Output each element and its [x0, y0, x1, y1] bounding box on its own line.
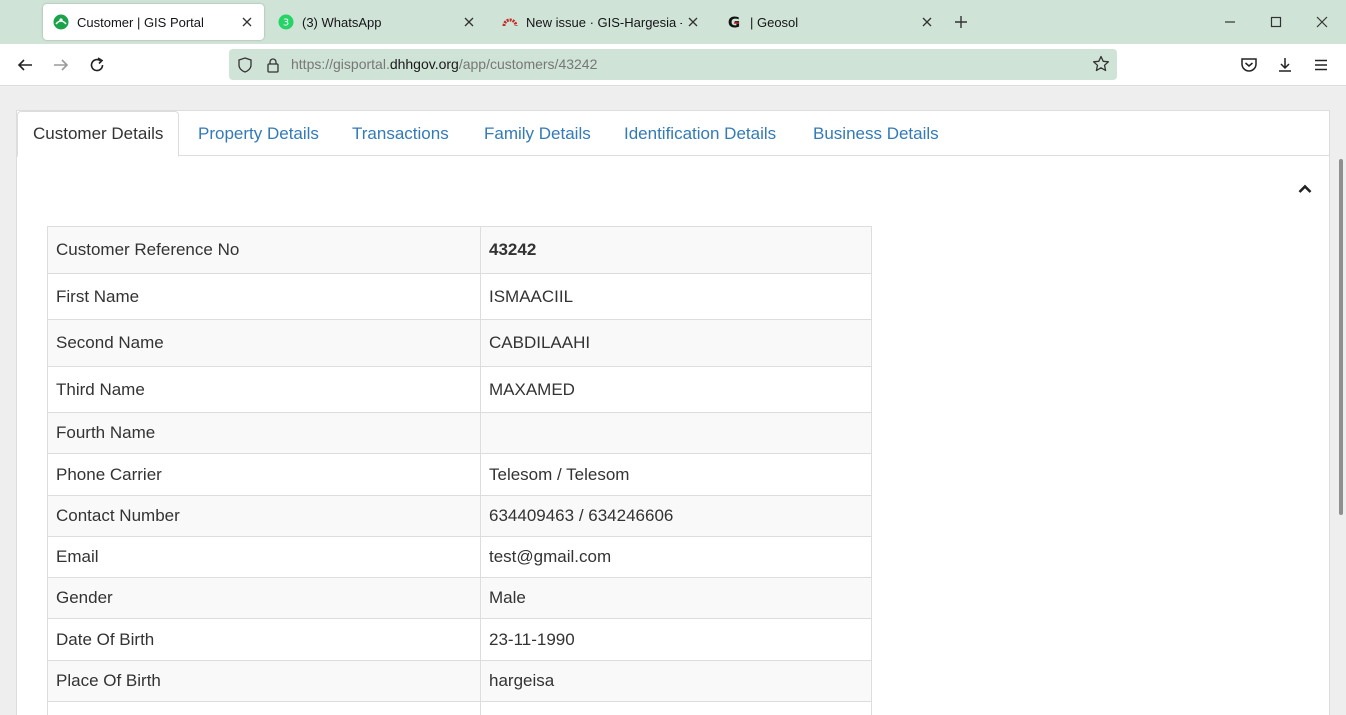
svg-text:3: 3	[283, 18, 289, 29]
close-icon[interactable]	[458, 11, 480, 33]
table-row: Date Of Birth 23-11-1990	[47, 618, 872, 661]
browser-tab-gitlab[interactable]: New issue · GIS-Hargesia - Team	[492, 4, 710, 40]
browser-tab-geosol[interactable]: G | Geosol	[716, 4, 944, 40]
table-row: Place Of Birth hargeisa	[47, 660, 872, 702]
minimize-button[interactable]	[1219, 11, 1241, 33]
row-value	[480, 412, 872, 454]
row-value: MAXAMED	[480, 366, 872, 413]
row-value: hargeisa	[480, 660, 872, 702]
hamburger-menu-icon	[1315, 59, 1327, 71]
browser-toolbar: https://gisportal.dhhgov.org/app/custome…	[0, 44, 1346, 86]
address-bar[interactable]: https://gisportal.dhhgov.org/app/custome…	[229, 49, 1117, 80]
table-row: Fourth Name	[47, 412, 872, 454]
row-label: Date Of Birth	[47, 618, 481, 661]
table-row	[47, 701, 872, 715]
browser-tab-title: Customer | GIS Portal	[77, 14, 204, 30]
reload-button[interactable]	[85, 53, 109, 77]
customer-card: Customer Details Property Details Transa…	[16, 110, 1330, 715]
tab-identification-details[interactable]: Identification Details	[624, 111, 776, 156]
minimize-icon	[1225, 21, 1235, 23]
chevron-up-icon	[1298, 184, 1312, 193]
table-row: Third Name MAXAMED	[47, 366, 872, 413]
table-row: First Name ISMAACIIL	[47, 273, 872, 320]
shield-icon[interactable]	[235, 55, 255, 75]
maximize-icon	[1270, 16, 1282, 28]
page-scrollbar[interactable]	[1339, 159, 1343, 515]
row-value: 43242	[480, 226, 872, 274]
arrow-right-icon	[54, 59, 69, 71]
back-button[interactable]	[13, 53, 37, 77]
row-label: Second Name	[47, 319, 481, 367]
browser-tab-title: (3) WhatsApp	[302, 14, 382, 30]
window-close-button[interactable]	[1311, 11, 1333, 33]
row-value: ISMAACIIL	[480, 273, 872, 320]
table-row: Customer Reference No 43242	[47, 226, 872, 274]
gitlab-icon	[502, 14, 518, 30]
new-tab-button[interactable]	[950, 11, 972, 33]
close-icon	[1316, 16, 1328, 28]
browser-tab-title: | Geosol	[750, 14, 799, 30]
whatsapp-icon: 3	[278, 14, 294, 30]
table-row: Contact Number 634409463 / 634246606	[47, 495, 872, 537]
url-text: https://gisportal.dhhgov.org/app/custome…	[291, 56, 598, 72]
pocket-button[interactable]	[1237, 53, 1261, 77]
detail-tabs: Customer Details Property Details Transa…	[17, 111, 1329, 157]
row-value: 634409463 / 634246606	[480, 495, 872, 537]
menu-button[interactable]	[1309, 53, 1333, 77]
page-content: Customer Details Property Details Transa…	[0, 87, 1346, 715]
tab-business-details[interactable]: Business Details	[813, 111, 939, 156]
collapse-button[interactable]	[1295, 179, 1315, 199]
row-label: Third Name	[47, 366, 481, 413]
reload-icon	[90, 57, 104, 72]
plus-icon	[955, 16, 967, 28]
row-value: Telesom / Telesom	[480, 453, 872, 496]
close-icon[interactable]	[236, 11, 258, 33]
row-value: CABDILAAHI	[480, 319, 872, 367]
row-label: Email	[47, 536, 481, 578]
browser-tab-strip: Customer | GIS Portal 3 (3) WhatsApp New…	[0, 0, 1346, 44]
arrow-left-icon	[17, 59, 32, 71]
geosol-icon: G	[726, 14, 742, 30]
tab-property-details[interactable]: Property Details	[198, 111, 319, 156]
table-row: Gender Male	[47, 577, 872, 619]
browser-tab-title: New issue · GIS-Hargesia - Team	[526, 14, 682, 30]
row-value: 23-11-1990	[480, 618, 872, 661]
browser-tab-whatsapp[interactable]: 3 (3) WhatsApp	[268, 4, 486, 40]
customer-details-table: Customer Reference No 43242 First Name ISM…	[47, 226, 872, 715]
row-label: Place Of Birth	[47, 660, 481, 702]
row-label: Customer Reference No	[47, 226, 481, 274]
browser-tab-customer[interactable]: Customer | GIS Portal	[43, 4, 264, 40]
row-value	[480, 701, 872, 715]
row-label: First Name	[47, 273, 481, 320]
row-value: Male	[480, 577, 872, 619]
row-label: Fourth Name	[47, 412, 481, 454]
row-value: test@gmail.com	[480, 536, 872, 578]
table-row: Second Name CABDILAAHI	[47, 319, 872, 367]
forward-button[interactable]	[49, 53, 73, 77]
gis-portal-icon	[53, 14, 69, 30]
download-icon	[1279, 58, 1291, 72]
tab-family-details[interactable]: Family Details	[484, 111, 591, 156]
row-label	[47, 701, 481, 715]
row-label: Gender	[47, 577, 481, 619]
row-label: Phone Carrier	[47, 453, 481, 496]
tab-customer-details[interactable]: Customer Details	[17, 111, 180, 157]
downloads-button[interactable]	[1273, 53, 1297, 77]
tab-transactions[interactable]: Transactions	[352, 111, 449, 156]
lock-icon[interactable]	[263, 55, 283, 75]
table-row: Phone Carrier Telesom / Telesom	[47, 453, 872, 496]
bookmark-star-icon[interactable]	[1091, 54, 1111, 74]
maximize-button[interactable]	[1265, 11, 1287, 33]
table-row: Email test@gmail.com	[47, 536, 872, 578]
svg-text:G: G	[728, 14, 740, 30]
pocket-icon	[1241, 58, 1257, 72]
row-label: Contact Number	[47, 495, 481, 537]
close-icon[interactable]	[916, 11, 938, 33]
close-icon[interactable]	[682, 11, 704, 33]
